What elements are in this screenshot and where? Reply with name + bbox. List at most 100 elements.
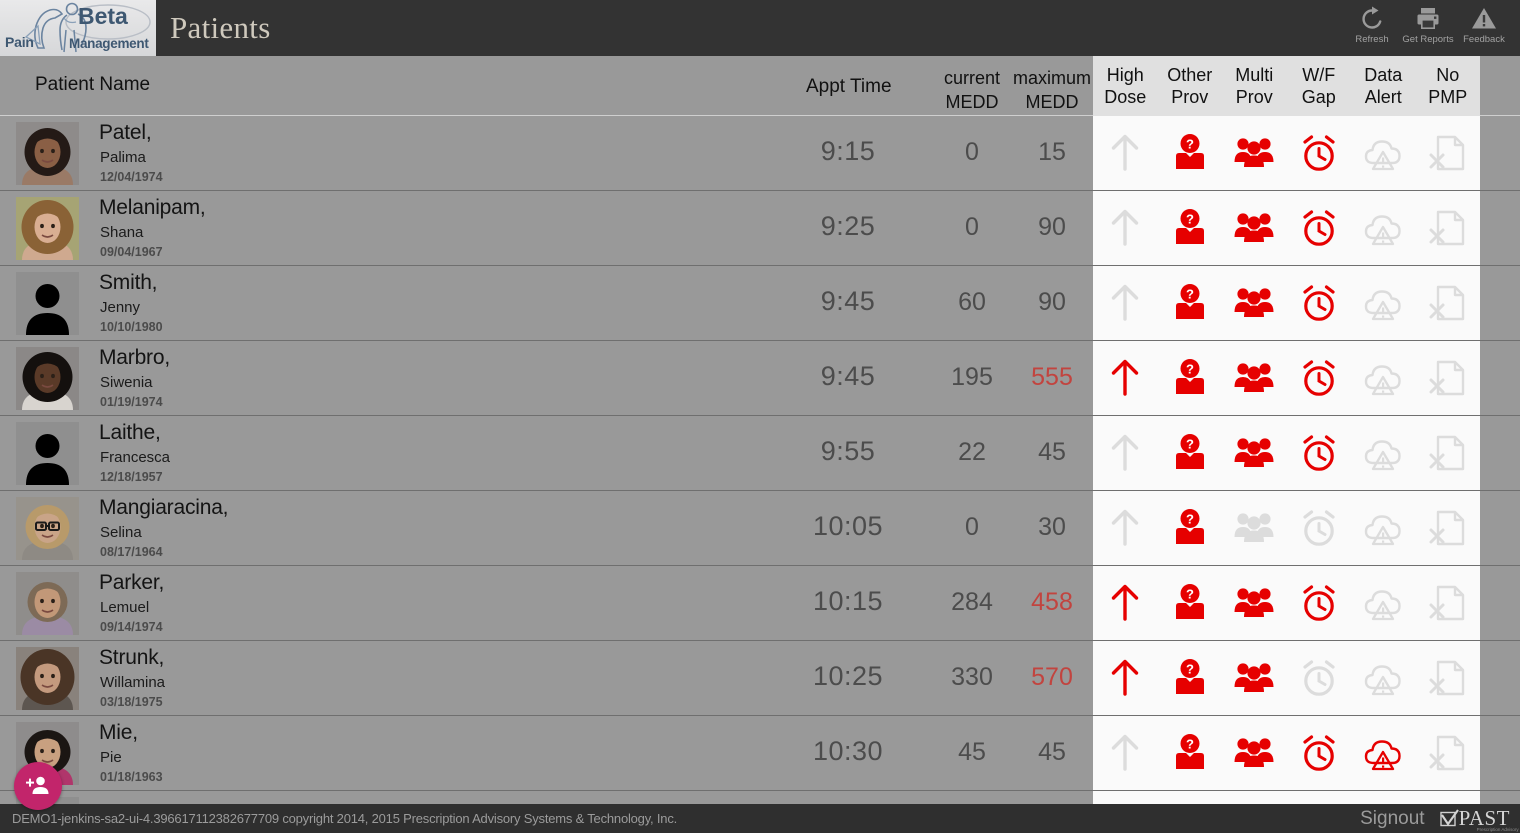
alert-data_alert-cell[interactable] xyxy=(1351,266,1416,340)
alert-header-other_prov[interactable]: Other Prov xyxy=(1158,56,1223,116)
alert-data_alert-cell[interactable] xyxy=(1351,116,1416,190)
signout-button[interactable]: Signout xyxy=(1360,808,1424,830)
patient-list[interactable]: Patel, Palima 12/04/1974 9:15 0 15 ? Mel… xyxy=(0,116,1520,804)
alert-data_alert-cell[interactable] xyxy=(1351,491,1416,565)
alert-no_pmp-cell[interactable] xyxy=(1416,491,1481,565)
alert-no_pmp-cell[interactable] xyxy=(1416,191,1481,265)
table-row[interactable]: Melanipam, Shana 09/04/1967 9:25 0 90 ? xyxy=(0,191,1520,266)
alert-other_prov-cell[interactable]: ? xyxy=(1158,266,1223,340)
alert-high_dose-cell[interactable] xyxy=(1093,716,1158,790)
alert-other_prov-cell[interactable]: ? xyxy=(1158,191,1223,265)
alert-header-data_alert[interactable]: Data Alert xyxy=(1351,56,1416,116)
alert-header-multi_prov[interactable]: Multi Prov xyxy=(1222,56,1287,116)
alert-multi_prov-cell[interactable] xyxy=(1222,491,1287,565)
alert-wf_gap-cell[interactable] xyxy=(1287,566,1352,640)
svg-text:?: ? xyxy=(1186,362,1194,377)
svg-text:?: ? xyxy=(1186,212,1194,227)
alert-wf_gap-cell[interactable] xyxy=(1287,641,1352,715)
alert-no_pmp-cell[interactable] xyxy=(1416,341,1481,415)
table-row[interactable]: Mie, Pie 01/18/1963 10:30 45 45 ? xyxy=(0,716,1520,791)
header-appt-time[interactable]: Appt Time xyxy=(806,76,892,98)
current-medd-value: 330 xyxy=(951,663,993,691)
alert-multi_prov-cell[interactable] xyxy=(1222,341,1287,415)
alert-no_pmp-cell[interactable] xyxy=(1416,116,1481,190)
alert-multi_prov-cell[interactable] xyxy=(1222,641,1287,715)
table-row[interactable]: Marbro, Siwenia 01/19/1974 9:45 195 555 ? xyxy=(0,341,1520,416)
alert-header-high_dose[interactable]: High Dose xyxy=(1093,56,1158,116)
past-subtitle: Prescription Advisory Systems & Technolo… xyxy=(1476,827,1520,832)
alert-multi_prov-cell[interactable] xyxy=(1222,266,1287,340)
alert-wf_gap-cell[interactable] xyxy=(1287,191,1352,265)
printer-icon xyxy=(1417,8,1439,29)
header-maximum-medd[interactable]: maximum MEDD xyxy=(1008,66,1096,114)
avatar xyxy=(16,197,79,260)
alert-high_dose-cell[interactable] xyxy=(1093,341,1158,415)
add-patient-button[interactable] xyxy=(14,762,62,810)
alert-header-multi_prov-line2: Prov xyxy=(1235,87,1273,107)
alert-wf_gap-cell[interactable] xyxy=(1287,716,1352,790)
alert-other_prov-cell[interactable]: ? xyxy=(1158,641,1223,715)
alert-multi_prov-cell[interactable] xyxy=(1222,191,1287,265)
alert-no_pmp-cell[interactable] xyxy=(1416,566,1481,640)
person-question-icon: ? xyxy=(1175,734,1204,769)
get-reports-button[interactable]: Get Reports xyxy=(1400,0,1456,56)
refresh-button[interactable]: Refresh xyxy=(1344,0,1400,56)
logo-beta-label: Beta xyxy=(78,3,128,29)
alert-high_dose-cell[interactable] xyxy=(1093,566,1158,640)
alarm-clock-icon xyxy=(1303,210,1335,246)
alert-no_pmp-cell[interactable] xyxy=(1416,716,1481,790)
alert-multi_prov-cell[interactable] xyxy=(1222,116,1287,190)
alert-multi_prov-cell[interactable] xyxy=(1222,416,1287,490)
table-row[interactable]: Mangiaracina, Selina 08/17/1964 10:05 0 30 ? xyxy=(0,491,1520,566)
alert-wf_gap-cell[interactable] xyxy=(1287,116,1352,190)
alert-no_pmp-cell[interactable] xyxy=(1416,266,1481,340)
alert-high_dose-cell[interactable] xyxy=(1093,641,1158,715)
alert-strip: ? xyxy=(1093,566,1480,640)
person-question-icon: ? xyxy=(1175,509,1204,544)
appt-time-value: 9:15 xyxy=(820,136,876,166)
svg-text:?: ? xyxy=(1186,737,1194,752)
alert-multi_prov-cell[interactable] xyxy=(1222,716,1287,790)
table-row[interactable]: Strunk, Willamina 03/18/1975 10:25 330 570 ? xyxy=(0,641,1520,716)
alert-data_alert-cell[interactable] xyxy=(1351,566,1416,640)
alert-other_prov-cell[interactable]: ? xyxy=(1158,491,1223,565)
alert-no_pmp-cell[interactable] xyxy=(1416,416,1481,490)
alert-high_dose-cell[interactable] xyxy=(1093,266,1158,340)
table-row[interactable]: Smith, Jenny 10/10/1980 9:45 60 90 ? xyxy=(0,266,1520,341)
app-logo[interactable]: Pain Beta Management xyxy=(0,0,156,56)
table-row[interactable]: Parker, Lemuel 09/14/1974 10:15 284 458 ? xyxy=(0,566,1520,641)
alert-no_pmp-cell[interactable] xyxy=(1416,641,1481,715)
alarm-clock-icon xyxy=(1303,135,1335,171)
alert-other_prov-cell[interactable]: ? xyxy=(1158,716,1223,790)
alert-other_prov-cell[interactable]: ? xyxy=(1158,416,1223,490)
alert-other_prov-cell[interactable]: ? xyxy=(1158,116,1223,190)
alert-high_dose-cell[interactable] xyxy=(1093,491,1158,565)
alert-data_alert-cell[interactable] xyxy=(1351,641,1416,715)
alert-high_dose-cell[interactable] xyxy=(1093,191,1158,265)
alert-header-wf_gap[interactable]: W/F Gap xyxy=(1287,56,1352,116)
alert-other_prov-cell[interactable]: ? xyxy=(1158,566,1223,640)
header-patient-name[interactable]: Patient Name xyxy=(35,74,150,96)
alert-wf_gap-cell[interactable] xyxy=(1287,341,1352,415)
alert-wf_gap-cell[interactable] xyxy=(1287,416,1352,490)
alert-wf_gap-cell[interactable] xyxy=(1287,266,1352,340)
maximum-medd-value: 458 xyxy=(1031,588,1073,616)
alert-multi_prov-cell[interactable] xyxy=(1222,566,1287,640)
alert-data_alert-cell[interactable] xyxy=(1351,416,1416,490)
alert-high_dose-cell[interactable] xyxy=(1093,416,1158,490)
feedback-button[interactable]: Feedback xyxy=(1456,0,1512,56)
person-question-icon: ? xyxy=(1175,134,1204,169)
alert-wf_gap-cell[interactable] xyxy=(1287,491,1352,565)
alert-data_alert-cell[interactable] xyxy=(1351,716,1416,790)
svg-text:?: ? xyxy=(1186,512,1194,527)
table-row[interactable]: Laithe, Francesca 12/18/1957 9:55 22 45 ? xyxy=(0,416,1520,491)
alert-data_alert-cell[interactable] xyxy=(1351,191,1416,265)
alert-header-no_pmp[interactable]: No PMP xyxy=(1416,56,1481,116)
table-row-partial[interactable] xyxy=(0,791,1520,804)
header-current-medd[interactable]: current MEDD xyxy=(928,66,1016,114)
table-row[interactable]: Patel, Palima 12/04/1974 9:15 0 15 ? xyxy=(0,116,1520,191)
alert-data_alert-cell[interactable] xyxy=(1351,341,1416,415)
alert-high_dose-cell[interactable] xyxy=(1093,116,1158,190)
person-question-icon: ? xyxy=(1175,434,1204,469)
alert-other_prov-cell[interactable]: ? xyxy=(1158,341,1223,415)
